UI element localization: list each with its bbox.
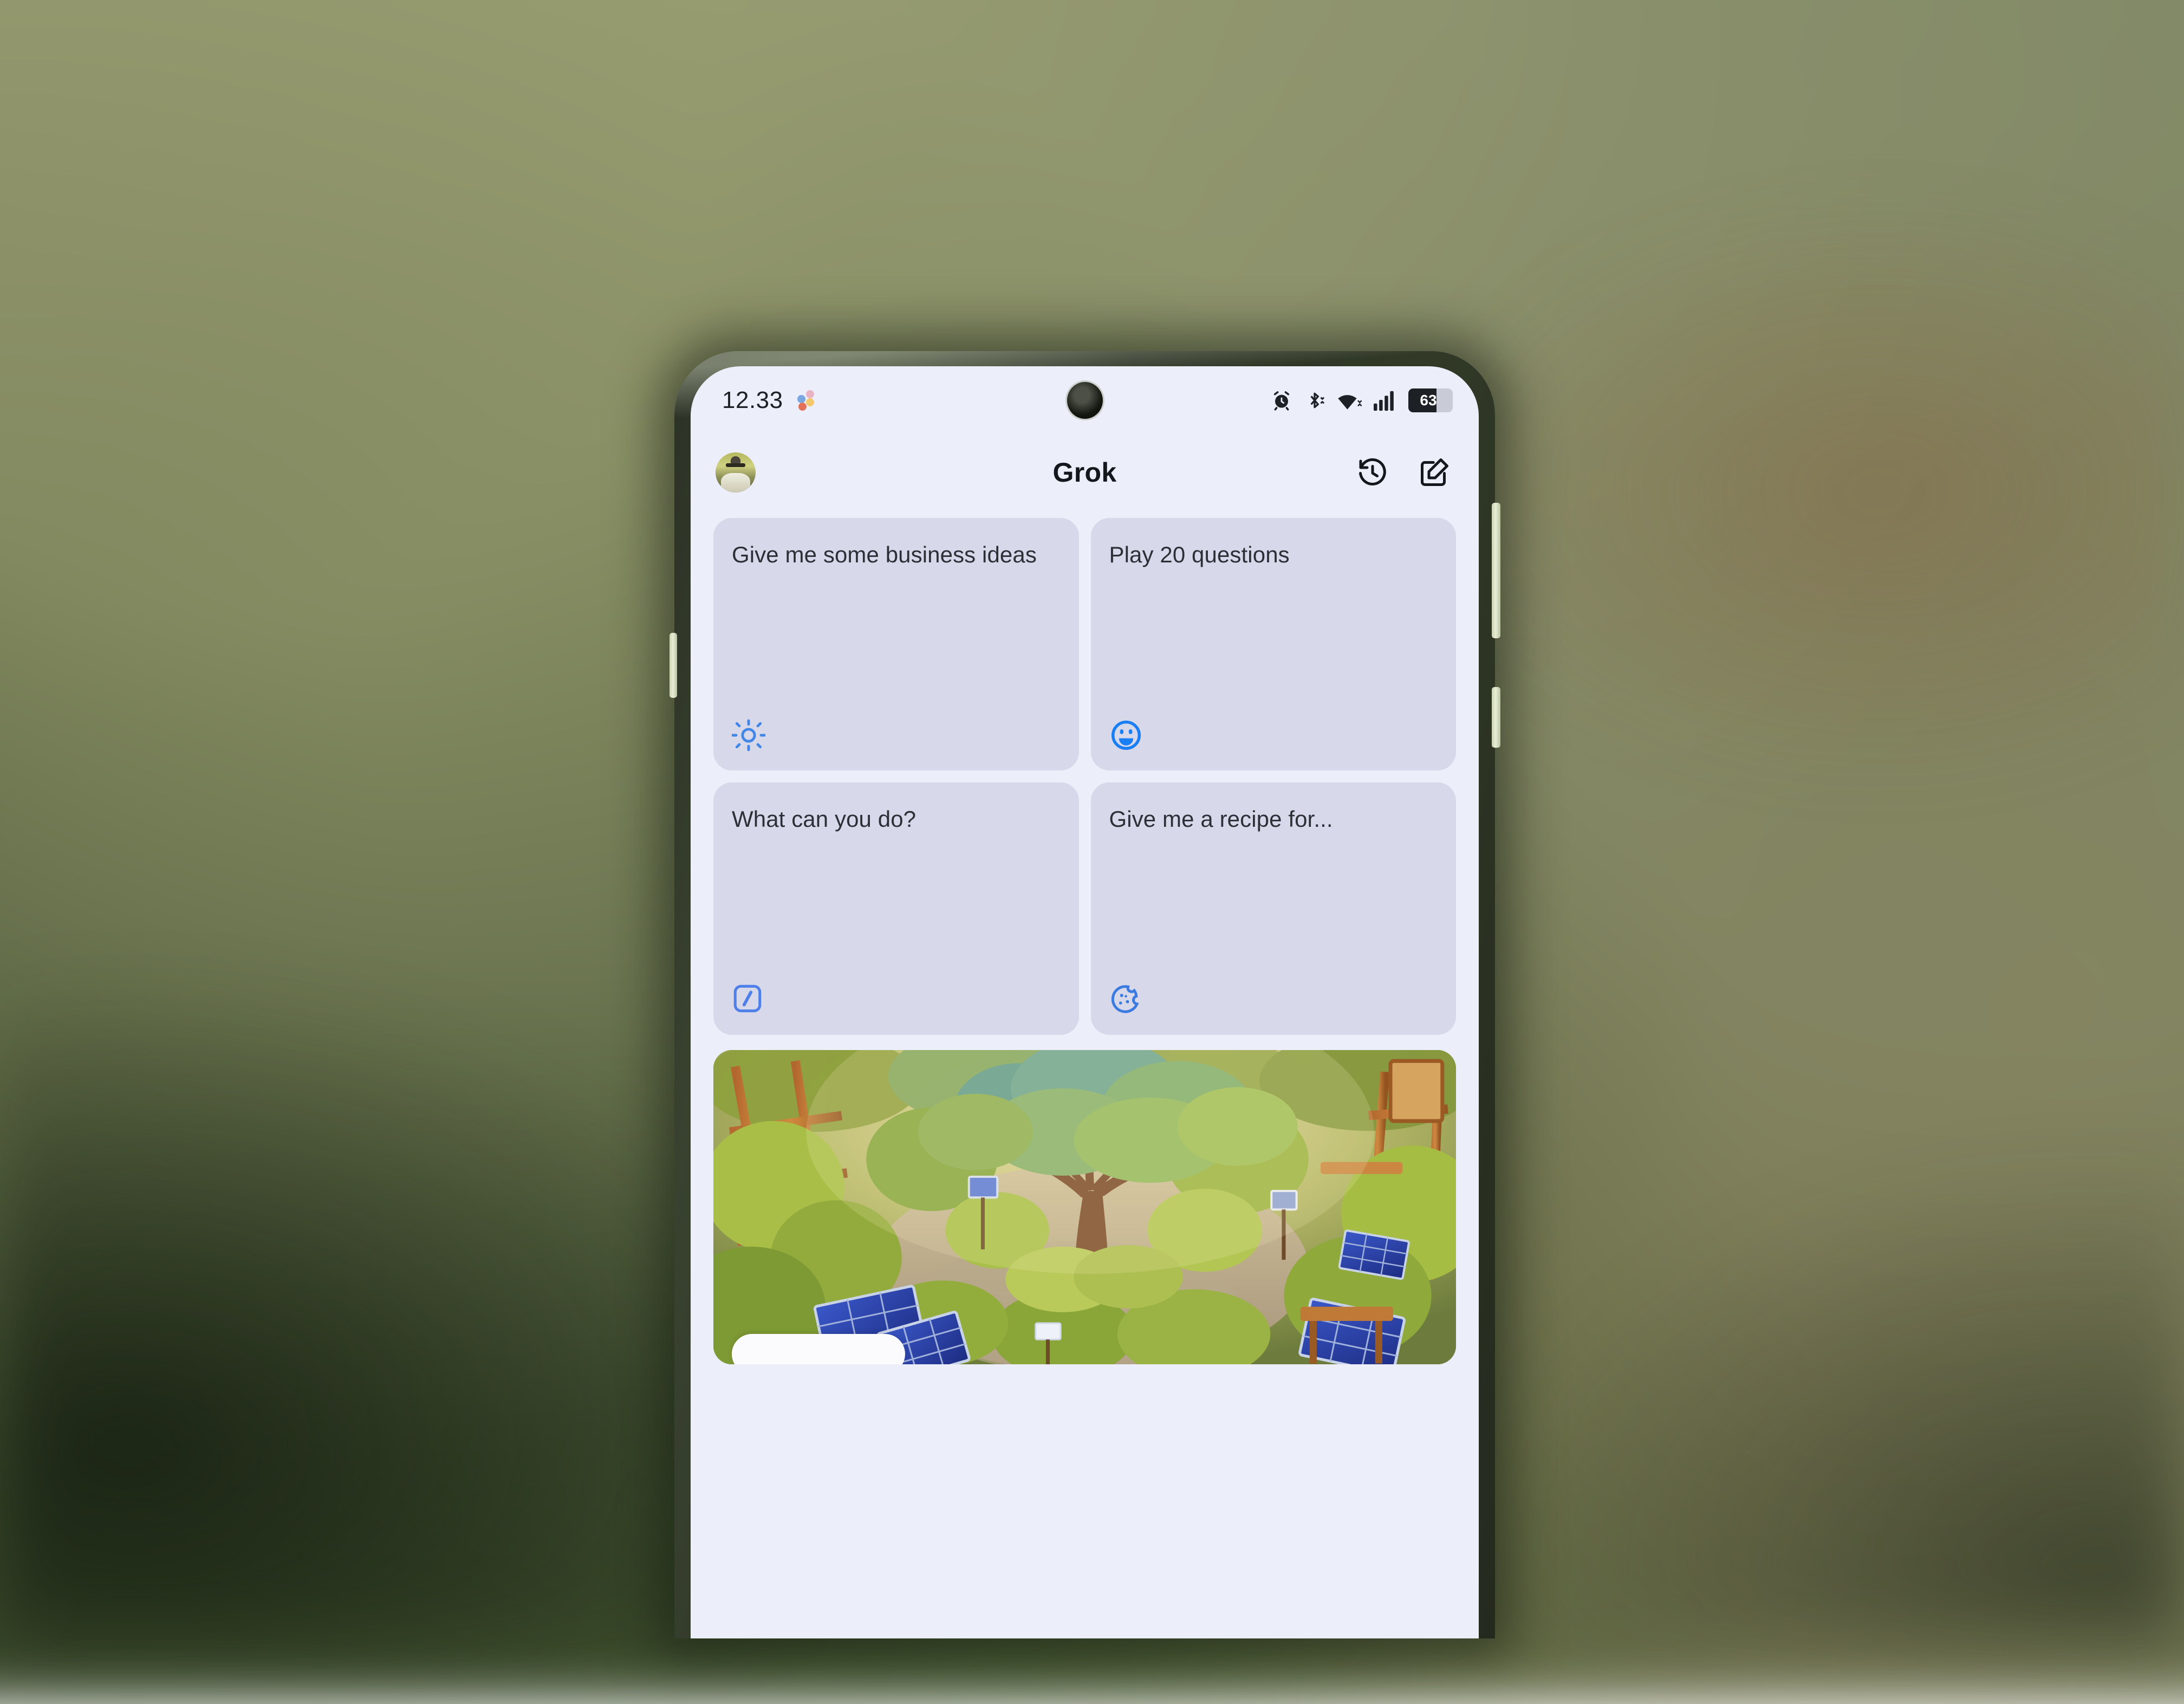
phone-device-frame: 12.33 [674, 351, 1495, 1638]
generated-image-preview[interactable] [713, 1050, 1456, 1364]
front-camera-punch-hole [1067, 382, 1103, 419]
phone-screen: 12.33 [691, 366, 1479, 1638]
user-avatar[interactable] [716, 452, 756, 493]
bluetooth-icon [1304, 390, 1325, 411]
suggestion-card-label: Give me some business ideas [732, 540, 1061, 569]
status-bar-right-group: 63 [1271, 388, 1453, 412]
suggestion-card-label: Give me a recipe for... [1109, 804, 1438, 834]
wifi-icon [1337, 390, 1362, 411]
volume-rocker-button[interactable] [1492, 503, 1500, 638]
image-action-chip[interactable] [732, 1334, 905, 1364]
suggestion-card-business-ideas[interactable]: Give me some business ideas [713, 518, 1079, 770]
left-side-button[interactable] [670, 633, 677, 698]
suggestion-card-label: Play 20 questions [1109, 540, 1438, 569]
new-chat-compose-icon[interactable] [1416, 454, 1453, 491]
cookie-icon [1109, 983, 1143, 1016]
slash-command-icon [732, 983, 765, 1016]
suggestion-card-grid: Give me some business ideas Play 20 ques… [691, 510, 1479, 1035]
smiley-face-icon [1109, 718, 1143, 752]
suggestion-card-20-questions[interactable]: Play 20 questions [1091, 518, 1457, 770]
suggestion-card-label: What can you do? [732, 804, 1061, 834]
suggestion-card-what-can-you-do[interactable]: What can you do? [713, 782, 1079, 1035]
app-bar: Grok [691, 435, 1479, 510]
history-clock-icon[interactable] [1354, 454, 1391, 491]
status-bar: 12.33 [691, 366, 1479, 435]
eco-garden-illustration [713, 1050, 1456, 1364]
status-bar-clock: 12.33 [722, 387, 783, 414]
battery-percent-label: 63 [1408, 392, 1453, 409]
battery-indicator: 63 [1408, 388, 1453, 412]
power-button[interactable] [1492, 687, 1500, 748]
sun-idea-icon [732, 718, 765, 752]
app-bar-actions [1354, 454, 1453, 491]
status-bar-left-group: 12.33 [722, 387, 817, 414]
google-assistant-dots-icon [795, 390, 817, 411]
cellular-signal-icon [1374, 390, 1396, 411]
alarm-icon [1271, 390, 1292, 411]
suggestion-card-recipe[interactable]: Give me a recipe for... [1091, 782, 1457, 1035]
